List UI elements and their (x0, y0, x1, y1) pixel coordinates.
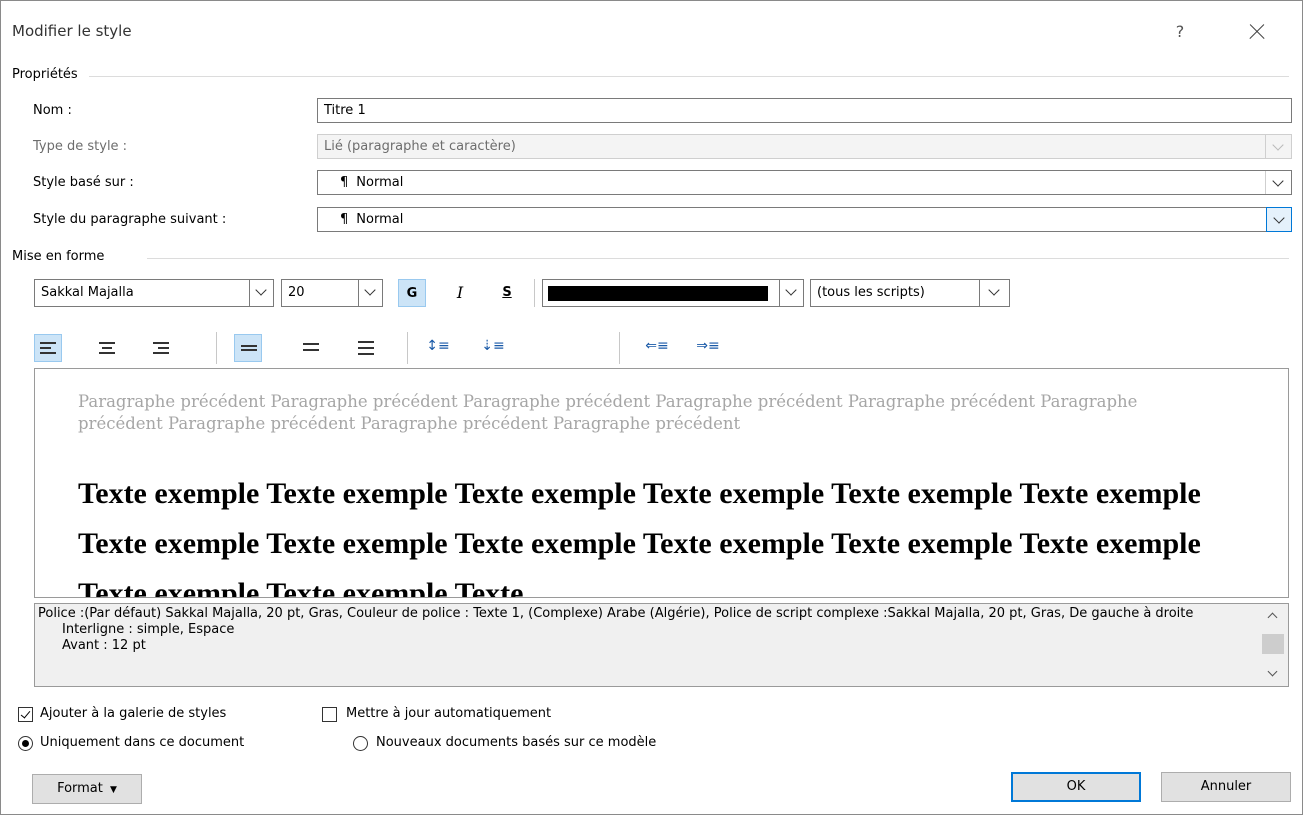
align-right-icon[interactable] (147, 334, 175, 362)
based-on-dropdown-button[interactable] (1265, 171, 1291, 194)
chevron-down-icon (1272, 175, 1284, 187)
scripts-select[interactable]: (tous les scripts) (810, 279, 1010, 307)
ok-button[interactable]: OK (1011, 772, 1141, 802)
scroll-down-icon[interactable] (1267, 666, 1278, 677)
increase-spacing-before-icon[interactable]: ↕≡ (424, 332, 452, 360)
scripts-value: (tous les scripts) (817, 285, 925, 300)
chevron-down-icon (988, 284, 1000, 296)
previous-paragraph-text: Paragraphe précédent Paragraphe précéden… (78, 392, 1138, 433)
name-label-text: Nom : (33, 103, 72, 118)
font-size-select[interactable]: 20 (281, 279, 383, 307)
chevron-down-icon (785, 284, 797, 296)
next-style-dropdown-button[interactable] (1266, 207, 1292, 232)
font-size-dropdown-button[interactable] (358, 280, 382, 306)
formatting-divider (147, 258, 1289, 259)
based-on-label: Style basé sur : (33, 175, 134, 190)
new-documents-label[interactable]: Nouveaux documents basés sur ce modèle (376, 735, 656, 750)
auto-update-checkbox[interactable] (322, 707, 337, 722)
style-preview: Paragraphe précédent Paragraphe précéden… (34, 368, 1289, 598)
paragraph-mark-icon: ¶ (340, 212, 349, 227)
name-input[interactable]: Titre 1 (317, 98, 1292, 123)
bold-button[interactable]: G (398, 279, 426, 307)
modify-style-dialog: Modifier le style ? Propriétés Nom : Tit… (0, 0, 1303, 815)
style-type-label: Type de style : (33, 139, 128, 154)
help-button[interactable]: ? (1167, 19, 1193, 45)
scroll-thumb[interactable] (1262, 634, 1284, 654)
chevron-down-icon (1272, 139, 1284, 151)
new-documents-radio[interactable] (353, 736, 368, 751)
format-button[interactable]: Format ▼ (32, 774, 142, 804)
based-on-value: Normal (356, 175, 404, 190)
properties-group-label: Propriétés (12, 67, 78, 82)
font-color-swatch (548, 286, 768, 301)
sample-text: Texte exemple Texte exemple Texte exempl… (78, 477, 1201, 598)
chevron-down-icon (255, 284, 267, 296)
cancel-button[interactable]: Annuler (1161, 772, 1291, 802)
description-text: Police :(Par défaut) Sakkal Majalla, 20 … (35, 606, 1257, 654)
caret-down-icon: ▼ (110, 785, 117, 795)
align-center-icon[interactable] (93, 334, 121, 362)
font-color-select[interactable] (542, 279, 804, 307)
next-style-label: Style du paragraphe suivant : (33, 212, 227, 227)
name-label: Nom : (33, 103, 72, 118)
style-description: Police :(Par défaut) Sakkal Majalla, 20 … (34, 603, 1289, 687)
one-half-spacing-icon[interactable] (297, 334, 325, 362)
italic-button[interactable]: I (446, 279, 474, 307)
only-this-document-radio[interactable] (18, 736, 33, 751)
auto-update-label[interactable]: Mettre à jour automatiquement (346, 706, 551, 721)
style-type-value: Lié (paragraphe et caractère) (324, 139, 516, 154)
toolbar-separator (216, 332, 217, 364)
next-style-value: Normal (356, 212, 404, 227)
font-name-select[interactable]: Sakkal Majalla (34, 279, 274, 307)
single-spacing-icon[interactable] (234, 334, 262, 362)
style-type-select: Lié (paragraphe et caractère) (317, 134, 1292, 159)
double-spacing-icon[interactable] (352, 334, 380, 362)
description-line-2: Interligne : simple, Espace (62, 622, 235, 637)
chevron-down-icon (1273, 212, 1285, 224)
description-scrollbar[interactable] (1258, 604, 1288, 686)
paragraph-mark-icon: ¶ (340, 175, 349, 190)
next-style-select[interactable]: ¶ Normal (317, 207, 1292, 232)
font-name-value: Sakkal Majalla (41, 285, 134, 300)
font-color-dropdown-button[interactable] (779, 280, 803, 306)
decrease-spacing-before-icon[interactable]: ⇣≡ (479, 332, 507, 360)
description-line-1: Police :(Par défaut) Sakkal Majalla, 20 … (38, 606, 1194, 621)
dialog-title: Modifier le style (12, 22, 132, 40)
font-name-dropdown-button[interactable] (249, 280, 273, 306)
toolbar-separator (619, 332, 620, 364)
based-on-select[interactable]: ¶ Normal (317, 170, 1292, 195)
style-type-dropdown-button (1265, 135, 1291, 158)
add-to-gallery-checkbox[interactable] (18, 707, 33, 722)
description-line-3: Avant : 12 pt (62, 638, 146, 653)
formatting-group-label: Mise en forme (12, 249, 105, 264)
increase-indent-icon[interactable]: ⇒≡ (694, 332, 722, 360)
title-bar: Modifier le style ? (1, 1, 1302, 59)
chevron-down-icon (364, 284, 376, 296)
format-button-label: Format (57, 781, 103, 796)
decrease-indent-icon[interactable]: ⇐≡ (643, 332, 671, 360)
scroll-up-icon[interactable] (1267, 612, 1278, 623)
underline-button[interactable]: S (493, 279, 521, 307)
font-size-value: 20 (288, 285, 305, 300)
properties-divider (89, 76, 1289, 77)
add-to-gallery-label[interactable]: Ajouter à la galerie de styles (40, 706, 226, 721)
close-icon[interactable] (1241, 17, 1271, 47)
only-this-document-label[interactable]: Uniquement dans ce document (40, 735, 244, 750)
toolbar-separator (407, 332, 408, 364)
align-left-icon[interactable] (34, 334, 62, 362)
scripts-dropdown-button[interactable] (979, 280, 1009, 306)
toolbar-separator (534, 279, 535, 307)
